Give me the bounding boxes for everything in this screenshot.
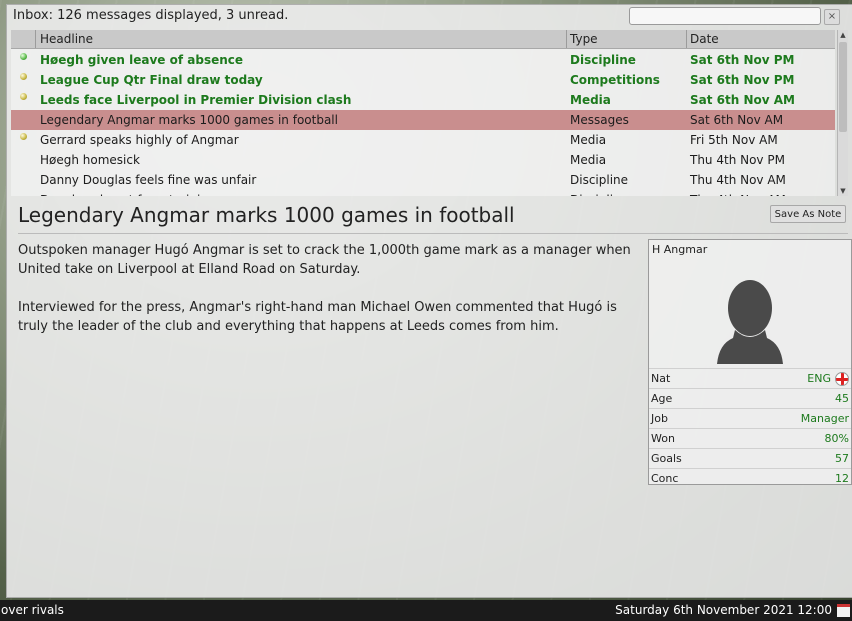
message-headline: Leeds face Liverpool in Premier Division… (40, 93, 352, 107)
message-row[interactable]: Gerrard speaks highly of Angmar Media Fri … (11, 130, 835, 150)
column-header-type[interactable]: Type (570, 32, 598, 46)
yellow-status-dot-icon (20, 93, 27, 100)
message-headline: Høegh given leave of absence (40, 53, 244, 67)
message-date: Sat 6th Nov PM (690, 53, 795, 67)
stat-value: 80% (824, 432, 849, 445)
message-type: Media (570, 93, 611, 107)
stat-value: 45 (835, 392, 849, 405)
search-input[interactable] (629, 7, 821, 25)
message-type: Discipline (570, 53, 636, 67)
save-as-note-button[interactable]: Save As Note (770, 205, 846, 223)
message-headline: Douglas absent from training (40, 193, 216, 196)
column-divider (566, 30, 567, 48)
profile-stat-row: Conc 12 (649, 468, 851, 489)
column-divider (35, 30, 36, 48)
clear-search-icon[interactable]: × (824, 9, 840, 25)
article-title: Legendary Angmar marks 1000 games in foo… (18, 203, 515, 227)
scroll-up-arrow-icon[interactable]: ▲ (838, 30, 848, 40)
column-divider (686, 30, 687, 48)
message-date: Thu 4th Nov AM (690, 193, 786, 196)
green-status-dot-icon (20, 53, 27, 60)
message-row[interactable]: Douglas absent from training Discipline Th… (11, 190, 835, 196)
stat-value: 57 (835, 452, 849, 465)
england-flag-icon[interactable] (835, 372, 849, 386)
message-list-scrollbar[interactable]: ▲ ▼ (837, 30, 848, 196)
message-row[interactable]: Høegh given leave of absence Discipline Sa… (11, 50, 835, 70)
message-row[interactable]: Legendary Angmar marks 1000 games in foo… (11, 110, 835, 130)
person-silhouette-icon (717, 280, 783, 364)
profile-stat-row: Goals 57 (649, 448, 851, 469)
stat-value: Manager (800, 412, 849, 425)
inbox-summary: Inbox: 126 messages displayed, 3 unread. (13, 8, 289, 23)
profile-stat-row: Job Manager (649, 408, 851, 429)
stat-label: Conc (651, 472, 679, 485)
yellow-status-dot-icon (20, 73, 27, 80)
profile-name[interactable]: H Angmar (652, 243, 707, 256)
person-profile-card[interactable]: H Angmar Nat ENG Age 45 Job Manager Won 80% Goal… (648, 239, 852, 485)
news-ticker[interactable]: over rivals (1, 603, 64, 617)
message-type: Competitions (570, 73, 660, 87)
message-headline: Gerrard speaks highly of Angmar (40, 133, 239, 147)
column-header-date[interactable]: Date (690, 32, 719, 46)
message-row[interactable]: Danny Douglas feels fine was unfair Disci… (11, 170, 835, 190)
message-date: Fri 5th Nov AM (690, 133, 778, 147)
message-row[interactable]: Høegh homesick Media Thu 4th Nov PM (11, 150, 835, 170)
message-date: Thu 4th Nov AM (690, 173, 786, 187)
scroll-thumb[interactable] (839, 42, 847, 132)
message-date: Sat 6th Nov AM (690, 113, 784, 127)
stat-label: Age (651, 392, 673, 405)
message-headline: Høegh homesick (40, 153, 140, 167)
yellow-status-dot-icon (20, 133, 27, 140)
stat-label: Goals (651, 452, 682, 465)
inbox-panel: Inbox: 126 messages displayed, 3 unread.… (6, 4, 852, 598)
stat-value: ENG (807, 372, 831, 385)
scroll-down-arrow-icon[interactable]: ▼ (838, 186, 848, 196)
stat-label: Job (651, 412, 668, 425)
message-date: Sat 6th Nov PM (690, 73, 795, 87)
stat-value: 12 (835, 472, 849, 485)
article-paragraph: Outspoken manager Hugó Angmar is set to … (18, 243, 631, 277)
message-type: Media (570, 153, 607, 167)
column-header-headline[interactable]: Headline (40, 32, 93, 46)
status-bar: over rivals Saturday 6th November 2021 1… (0, 600, 852, 621)
title-divider (18, 233, 848, 234)
message-type: Media (570, 133, 607, 147)
profile-stat-row: Won 80% (649, 428, 851, 449)
message-headline: Legendary Angmar marks 1000 games in foo… (40, 113, 338, 127)
stat-label: Nat (651, 372, 671, 385)
message-type: Discipline (570, 193, 628, 196)
table-header: Headline Type Date (11, 30, 835, 49)
message-table: Headline Type Date Høegh given leave of … (11, 30, 835, 196)
message-type: Discipline (570, 173, 629, 187)
message-type: Messages (570, 113, 629, 127)
article-paragraph: Interviewed for the press, Angmar's righ… (18, 300, 617, 334)
game-date-time: Saturday 6th November 2021 12:00 (615, 603, 832, 617)
message-date: Thu 4th Nov PM (690, 153, 785, 167)
profile-stat-row: Nat ENG (649, 368, 851, 389)
message-row[interactable]: Leeds face Liverpool in Premier Division… (11, 90, 835, 110)
profile-stat-row: Age 45 (649, 388, 851, 409)
message-date: Sat 6th Nov AM (690, 93, 795, 107)
calendar-icon[interactable] (837, 604, 850, 617)
stat-label: Won (651, 432, 675, 445)
message-row[interactable]: League Cup Qtr Final draw today Competiti… (11, 70, 835, 90)
message-headline: Danny Douglas feels fine was unfair (40, 173, 257, 187)
message-headline: League Cup Qtr Final draw today (40, 73, 263, 87)
